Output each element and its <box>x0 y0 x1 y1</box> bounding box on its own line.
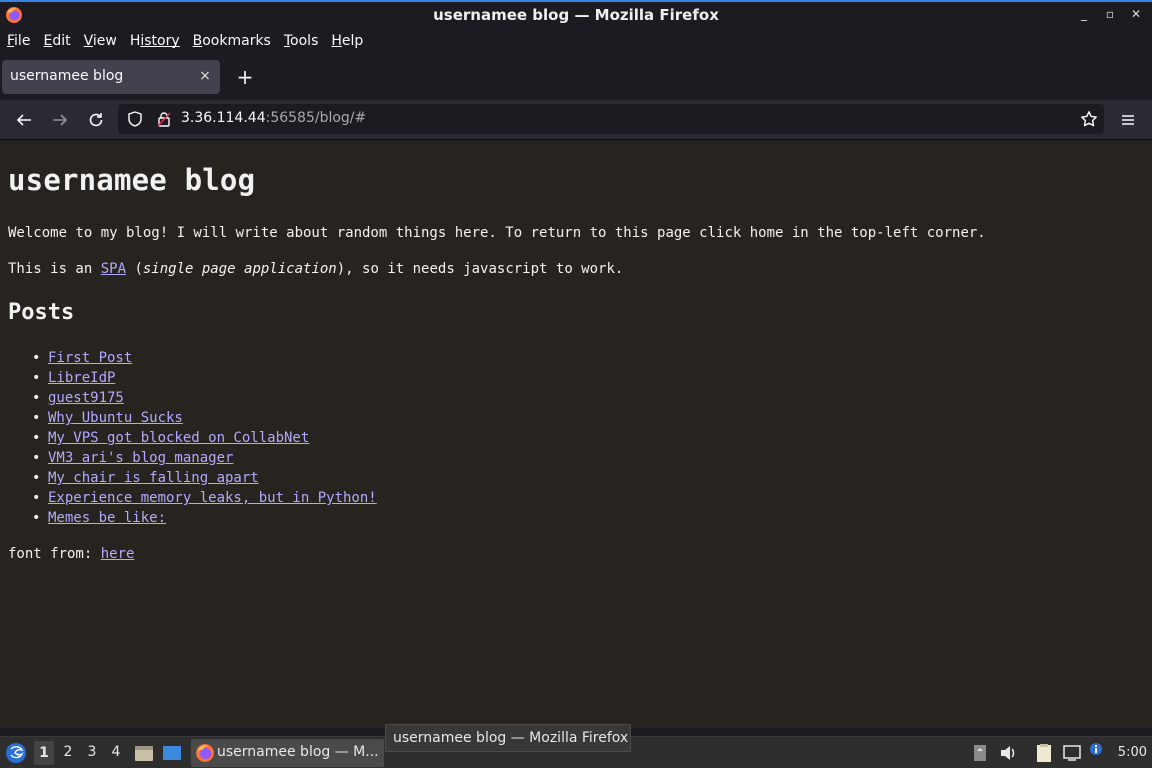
forward-button[interactable] <box>48 108 72 132</box>
firefox-icon <box>196 744 214 762</box>
spa-prefix: This is an <box>8 261 101 277</box>
taskbar-task-firefox[interactable]: usernamee blog — M... <box>191 739 384 767</box>
workspace-1[interactable]: 1 <box>34 741 54 765</box>
minimize-icon[interactable]: _ <box>1076 6 1092 22</box>
post-link[interactable]: My VPS got blocked on CollabNet <box>48 430 309 446</box>
font-credit-prefix: font from: <box>8 546 101 562</box>
list-item: First Post <box>30 348 377 368</box>
list-item: LibreIdP <box>30 368 377 388</box>
post-link[interactable]: guest9175 <box>48 390 124 406</box>
posts-list: First Post LibreIdP guest9175 Why Ubuntu… <box>30 348 377 528</box>
tab-title: usernamee blog <box>10 68 124 84</box>
url-text[interactable]: 3.36.114.44:56585/blog/# <box>181 110 366 126</box>
post-link[interactable]: First Post <box>48 350 132 366</box>
menu-accel: H <box>331 33 342 49</box>
post-link[interactable]: VM3 ari's blog manager <box>48 450 233 466</box>
close-icon[interactable]: ✕ <box>1128 6 1144 22</box>
workspace-3[interactable]: 3 <box>82 744 102 760</box>
font-credit: font from: here <box>8 546 134 562</box>
post-link[interactable]: Memes be like: <box>48 510 166 526</box>
notes-icon[interactable] <box>1034 743 1054 763</box>
back-button[interactable] <box>12 108 36 132</box>
navigation-toolbar: 3.36.114.44:56585/blog/# <box>0 100 1152 140</box>
menubar: File Edit View History Bookmarks Tools H… <box>0 30 1152 54</box>
page-title: usernamee blog <box>8 163 256 197</box>
app-menu-button[interactable] <box>1116 108 1140 132</box>
menu-label: ile <box>14 33 31 49</box>
workspace-2[interactable]: 2 <box>58 744 78 760</box>
menu-accel: B <box>192 33 203 49</box>
post-link[interactable]: Why Ubuntu Sucks <box>48 410 183 426</box>
spa-definition: single page application <box>142 261 337 277</box>
tab-close-icon[interactable]: × <box>196 67 214 85</box>
page-content: usernamee blog Welcome to my blog! I wil… <box>0 141 1152 728</box>
list-item: VM3 ari's blog manager <box>30 448 377 468</box>
menu-label: iew <box>92 33 117 49</box>
menu-tools[interactable]: Tools <box>284 30 319 54</box>
lock-icon[interactable] <box>155 110 173 128</box>
reload-button[interactable] <box>84 108 108 132</box>
menu-bookmarks[interactable]: Bookmarks <box>193 30 271 54</box>
menu-label: ookmarks <box>202 33 271 49</box>
post-link[interactable]: My chair is falling apart <box>48 470 259 486</box>
taskbar-tooltip: usernamee blog — Mozilla Firefox <box>385 724 631 752</box>
task-title: usernamee blog — M... <box>217 744 379 760</box>
post-link[interactable]: Experience memory leaks, but in Python! <box>48 490 377 506</box>
url-path: :56585/blog/# <box>265 110 367 126</box>
shield-icon[interactable] <box>126 110 144 128</box>
start-menu-icon[interactable] <box>5 742 27 764</box>
menu-label: dit <box>52 33 71 49</box>
spa-suffix: ), so it needs javascript to work. <box>336 261 624 277</box>
menu-label: elp <box>341 33 364 49</box>
list-item: guest9175 <box>30 388 377 408</box>
window-controls: _ ▫ ✕ <box>1076 6 1144 22</box>
star-icon[interactable] <box>1080 110 1098 128</box>
desktop-icon[interactable] <box>162 743 182 763</box>
spa-link[interactable]: SPA <box>101 261 126 277</box>
clipboard-icon[interactable] <box>972 743 988 763</box>
menu-accel: F <box>7 33 15 49</box>
list-item: Memes be like: <box>30 508 377 528</box>
workspace-4[interactable]: 4 <box>106 744 126 760</box>
spa-open-paren: ( <box>126 261 143 277</box>
network-icon[interactable] <box>1062 743 1082 763</box>
reload-icon <box>89 113 103 127</box>
hamburger-icon <box>1122 115 1134 125</box>
volume-icon[interactable] <box>998 743 1018 763</box>
menu-view[interactable]: View <box>84 30 117 54</box>
url-host: 3.36.114.44 <box>181 110 266 126</box>
menu-edit[interactable]: Edit <box>43 30 70 54</box>
menu-help[interactable]: Help <box>331 30 363 54</box>
arrow-right-icon <box>53 114 68 126</box>
intro-paragraph: Welcome to my blog! I will write about r… <box>8 225 986 241</box>
menu-label: istory <box>140 33 180 49</box>
maximize-icon[interactable]: ▫ <box>1102 6 1118 22</box>
menu-file[interactable]: File <box>7 30 30 54</box>
new-tab-button[interactable]: + <box>234 66 256 88</box>
list-item: Why Ubuntu Sucks <box>30 408 377 428</box>
posts-heading: Posts <box>8 300 75 325</box>
tab-active[interactable]: usernamee blog × <box>2 60 220 94</box>
font-link[interactable]: here <box>101 546 135 562</box>
window-titlebar: usernamee blog — Mozilla Firefox _ ▫ ✕ <box>0 0 1152 30</box>
arrow-left-icon <box>16 114 31 126</box>
post-link[interactable]: LibreIdP <box>48 370 115 386</box>
list-item: My VPS got blocked on CollabNet <box>30 428 377 448</box>
menu-label: ools <box>290 33 319 49</box>
menu-accel: H <box>129 33 141 49</box>
menu-accel: V <box>83 33 93 49</box>
window-title: usernamee blog — Mozilla Firefox <box>433 6 719 24</box>
url-bar[interactable]: 3.36.114.44:56585/blog/# <box>118 104 1104 134</box>
list-item: My chair is falling apart <box>30 468 377 488</box>
menu-history[interactable]: History <box>130 30 180 54</box>
menu-accel: E <box>43 33 53 49</box>
list-item: Experience memory leaks, but in Python! <box>30 488 377 508</box>
file-manager-icon[interactable] <box>134 743 154 763</box>
clock: 5:00 <box>1117 745 1147 760</box>
tab-strip: usernamee blog × + <box>0 54 1152 100</box>
info-icon[interactable] <box>1088 741 1104 757</box>
spa-paragraph: This is an SPA (single page application)… <box>8 261 623 277</box>
